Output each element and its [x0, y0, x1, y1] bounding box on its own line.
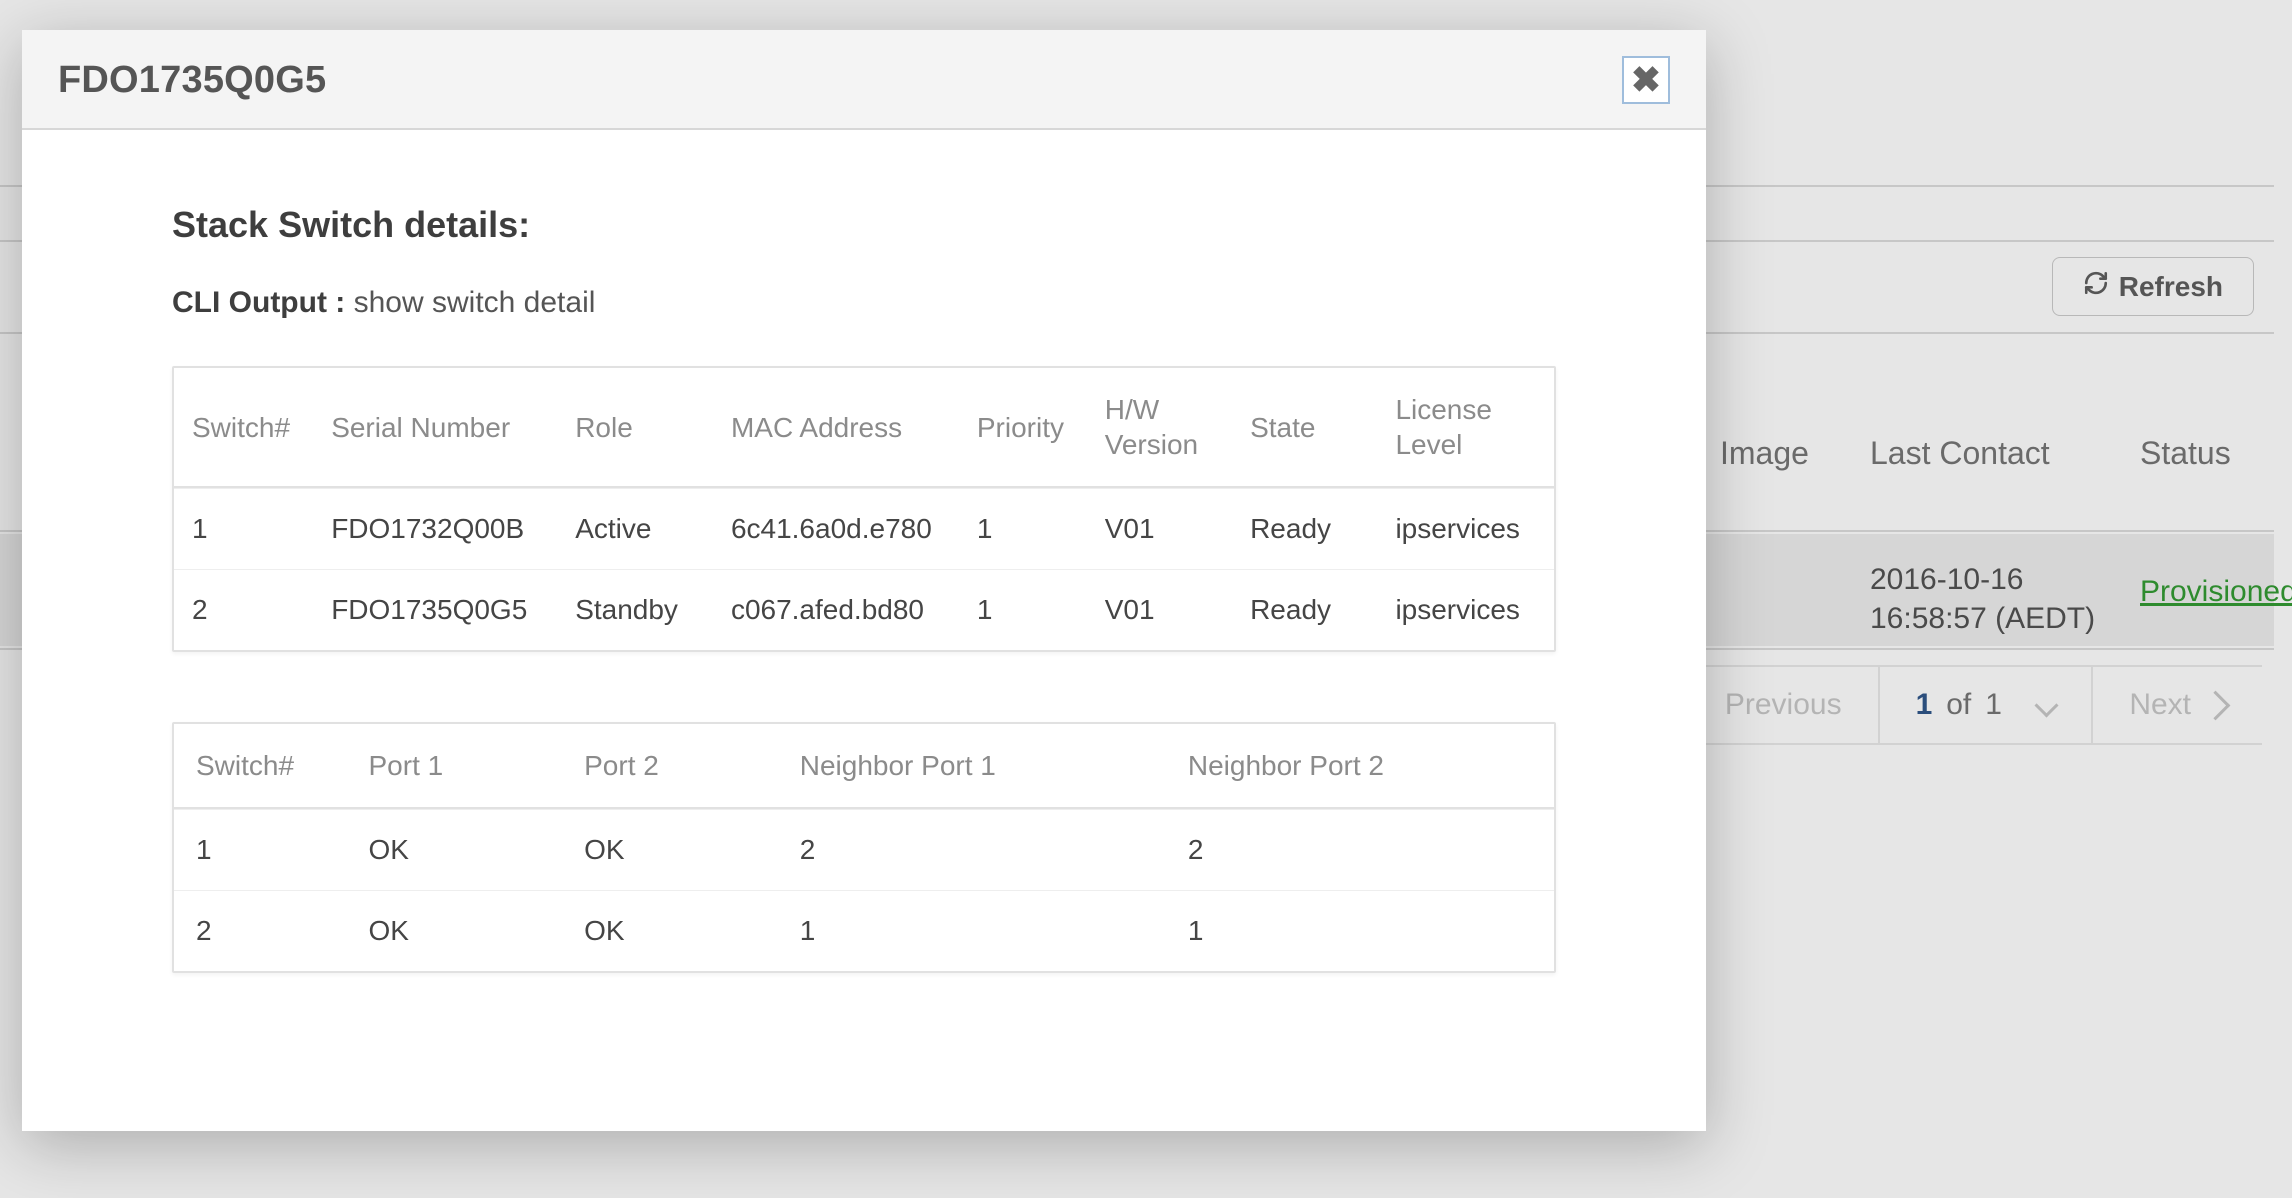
cell-n1: 2 [778, 809, 1166, 890]
chevron-right-icon [2201, 690, 2231, 720]
cell-priority: 1 [959, 569, 1087, 650]
col-port1: Port 1 [347, 724, 563, 809]
table-header-row: Switch# Port 1 Port 2 Neighbor Port 1 Ne… [174, 724, 1554, 809]
cell-hw: V01 [1087, 488, 1232, 569]
cell-license: ipservices [1377, 488, 1554, 569]
modal-title: FDO1735Q0G5 [58, 59, 326, 102]
col-serial: Serial Number [313, 368, 557, 488]
cell-serial: FDO1735Q0G5 [313, 569, 557, 650]
table-row: 1FDO1732Q00BActive6c41.6a0d.e7801V01Read… [174, 488, 1554, 569]
close-icon: ✖ [1631, 62, 1661, 98]
cell-port2: OK [562, 890, 778, 971]
col-switch: Switch# [174, 724, 347, 809]
cell-hw: V01 [1087, 569, 1232, 650]
cell-state: Ready [1232, 488, 1377, 569]
table-header-row: Switch# Serial Number Role MAC Address P… [174, 368, 1554, 488]
pager: Previous 1 of 1 Next [1654, 665, 2262, 745]
cli-command: show switch detail [354, 286, 596, 319]
cell-n1: 1 [778, 890, 1166, 971]
cell-port1: OK [347, 809, 563, 890]
col-hw: H/W Version [1087, 368, 1232, 488]
cli-output-line: CLI Output : show switch detail [172, 286, 1556, 320]
cell-port1: OK [347, 890, 563, 971]
col-n2: Neighbor Port 2 [1166, 724, 1554, 809]
refresh-label: Refresh [2119, 271, 2223, 303]
section-title: Stack Switch details: [172, 204, 1556, 246]
table-row: 2OKOK11 [174, 890, 1554, 971]
chevron-down-icon [2035, 693, 2059, 717]
col-switch: Switch# [174, 368, 313, 488]
cell-priority: 1 [959, 488, 1087, 569]
cell-license: ipservices [1377, 569, 1554, 650]
cell-switch: 1 [174, 488, 313, 569]
pager-next[interactable]: Next [2091, 667, 2262, 743]
modal-dialog: FDO1735Q0G5 ✖ Stack Switch details: CLI … [22, 30, 1706, 1131]
column-header-last-contact: Last Contact [1870, 435, 2050, 472]
cell-switch: 2 [174, 890, 347, 971]
cell-state: Ready [1232, 569, 1377, 650]
close-button[interactable]: ✖ [1622, 56, 1670, 104]
cell-switch: 2 [174, 569, 313, 650]
col-port2: Port 2 [562, 724, 778, 809]
refresh-button[interactable]: Refresh [2052, 257, 2254, 316]
cell-mac: 6c41.6a0d.e780 [713, 488, 959, 569]
cell-port2: OK [562, 809, 778, 890]
column-header-status: Status [2140, 435, 2231, 472]
cli-label: CLI Output : [172, 286, 345, 319]
status-link[interactable]: Provisioned [2140, 575, 2292, 608]
col-mac: MAC Address [713, 368, 959, 488]
cell-n2: 2 [1166, 809, 1554, 890]
cell-serial: FDO1732Q00B [313, 488, 557, 569]
col-state: State [1232, 368, 1377, 488]
cell-role: Active [557, 488, 713, 569]
col-role: Role [557, 368, 713, 488]
modal-header: FDO1735Q0G5 ✖ [22, 30, 1706, 130]
column-header-image: Image [1720, 435, 1809, 472]
cell-n2: 1 [1166, 890, 1554, 971]
pager-current[interactable]: 1 of 1 [1878, 667, 2092, 743]
cell-switch: 1 [174, 809, 347, 890]
port-table: Switch# Port 1 Port 2 Neighbor Port 1 Ne… [172, 722, 1556, 973]
cell-mac: c067.afed.bd80 [713, 569, 959, 650]
cell-last-contact: 2016-10-16 16:58:57 (AEDT) [1870, 560, 2095, 638]
col-n1: Neighbor Port 1 [778, 724, 1166, 809]
cell-role: Standby [557, 569, 713, 650]
col-priority: Priority [959, 368, 1087, 488]
refresh-icon [2083, 270, 2109, 303]
table-row: 2FDO1735Q0G5Standbyc067.afed.bd801V01Rea… [174, 569, 1554, 650]
switch-detail-table: Switch# Serial Number Role MAC Address P… [172, 366, 1556, 652]
table-row: 1OKOK22 [174, 809, 1554, 890]
col-license: License Level [1377, 368, 1554, 488]
